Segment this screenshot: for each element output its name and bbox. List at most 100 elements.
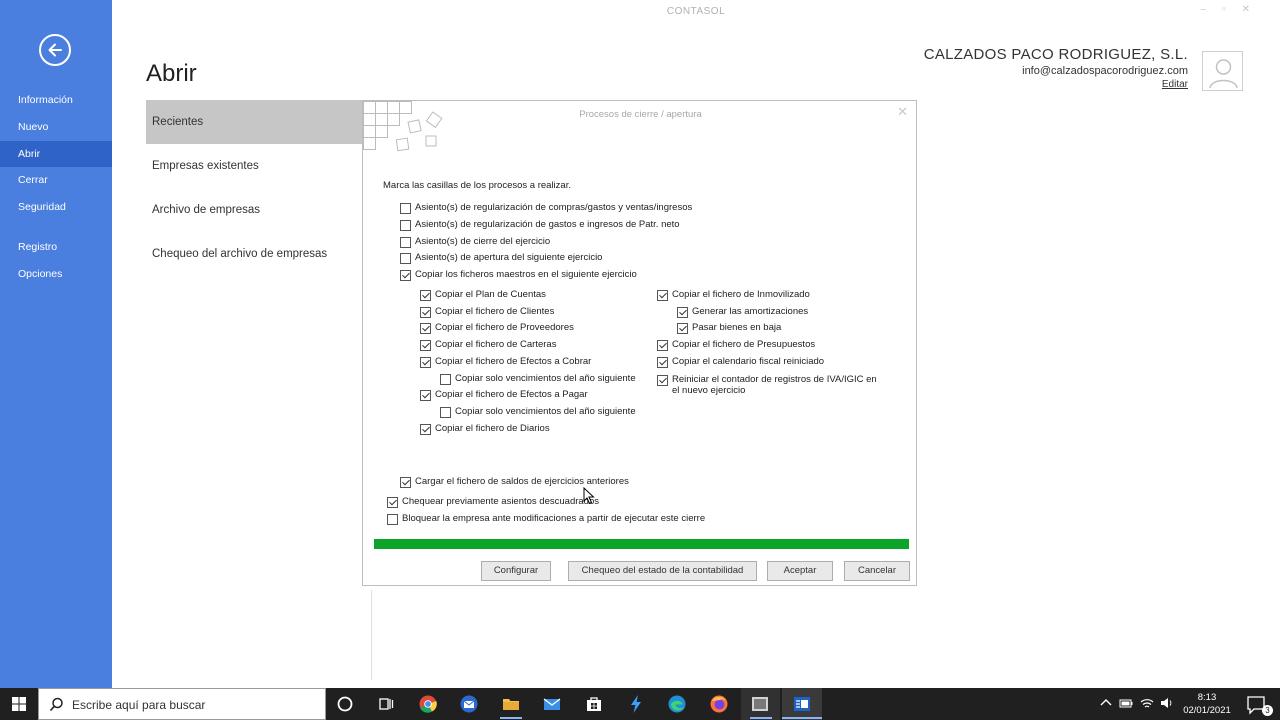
checkbox-presupuestos[interactable]: Copiar el fichero de Presupuestos — [657, 339, 815, 353]
chevron-up-icon[interactable] — [1099, 696, 1113, 710]
mail-icon[interactable] — [542, 694, 562, 714]
checkbox-bloquear-empresa[interactable]: Bloquear la empresa ante modificaciones … — [387, 513, 705, 527]
checkbox-reg-compras[interactable]: Asiento(s) de regularización de compras/… — [400, 202, 692, 216]
checkbox-box[interactable] — [387, 497, 398, 508]
clock[interactable]: 8:13 02/01/2021 — [1174, 691, 1240, 717]
file-explorer-icon[interactable] — [501, 694, 521, 714]
menu-item-empresas-existentes[interactable]: Empresas existentes — [146, 144, 362, 188]
sidebar-item-opciones[interactable]: Opciones — [0, 261, 112, 287]
window-controls[interactable]: –▫✕ — [1201, 4, 1267, 15]
configurar-button[interactable]: Configurar — [481, 561, 551, 581]
checkbox-box[interactable] — [400, 220, 411, 231]
checkbox-reg-patr-neto[interactable]: Asiento(s) de regularización de gastos e… — [400, 219, 680, 233]
dialog-close-icon[interactable]: ✕ — [897, 104, 908, 120]
firefox-icon[interactable] — [709, 694, 729, 714]
company-info: CALZADOS PACO RODRIGUEZ, S.L. info@calza… — [924, 46, 1188, 90]
checkbox-copiar-maestros[interactable]: Copiar los ficheros maestros en el sigui… — [400, 269, 637, 283]
checkbox-box[interactable] — [677, 307, 688, 318]
checkbox-amortizaciones[interactable]: Generar las amortizaciones — [677, 306, 808, 320]
checkbox-cierre[interactable]: Asiento(s) de cierre del ejercicio — [400, 236, 550, 250]
start-button[interactable] — [0, 688, 38, 720]
checkbox-calendario-fiscal[interactable]: Copiar el calendario fiscal reiniciado — [657, 356, 824, 370]
checkbox-box[interactable] — [677, 323, 688, 334]
checkbox-box[interactable] — [400, 477, 411, 488]
checkbox-diarios[interactable]: Copiar el fichero de Diarios — [420, 423, 550, 437]
clock-date: 02/01/2021 — [1183, 705, 1231, 716]
avatar[interactable] — [1202, 51, 1243, 91]
checkbox-box[interactable] — [420, 390, 431, 401]
back-button[interactable] — [39, 34, 71, 66]
checkbox-box[interactable] — [400, 270, 411, 281]
checkbox-proveedores[interactable]: Copiar el fichero de Proveedores — [420, 322, 574, 336]
checkbox-box[interactable] — [440, 407, 451, 418]
menu-item-recientes[interactable]: Recientes — [146, 100, 362, 144]
sidebar-item-nuevo[interactable]: Nuevo — [0, 114, 112, 140]
checkbox-box[interactable] — [657, 340, 668, 351]
checkbox-contador-iva[interactable]: Reiniciar el contador de registros de IV… — [657, 374, 883, 398]
checkbox-clientes[interactable]: Copiar el fichero de Clientes — [420, 306, 554, 320]
cortana-icon[interactable] — [335, 694, 355, 714]
cancelar-button[interactable]: Cancelar — [844, 561, 910, 581]
checkbox-box[interactable] — [420, 323, 431, 334]
checkbox-box[interactable] — [400, 237, 411, 248]
menu-item-archivo-empresas[interactable]: Archivo de empresas — [146, 188, 362, 232]
contasol-icon[interactable] — [792, 694, 812, 714]
sidebar-item-abrir[interactable]: Abrir — [0, 141, 112, 167]
checkbox-box[interactable] — [657, 357, 668, 368]
chrome-icon[interactable] — [418, 694, 438, 714]
app-bolt-icon[interactable] — [626, 694, 646, 714]
clock-time: 8:13 — [1197, 692, 1217, 703]
checkbox-box[interactable] — [657, 375, 668, 386]
checkbox-box[interactable] — [420, 340, 431, 351]
menu-item-chequeo-archivo[interactable]: Chequeo del archivo de empresas — [146, 232, 362, 276]
maximize-icon[interactable]: ▫ — [1222, 4, 1242, 15]
sidebar-item-seguridad[interactable]: Seguridad — [0, 194, 112, 220]
checkbox-inmovilizado[interactable]: Copiar el fichero de Inmovilizado — [657, 289, 810, 303]
checkbox-box[interactable] — [657, 290, 668, 301]
checkbox-box[interactable] — [420, 357, 431, 368]
checkbox-box[interactable] — [440, 374, 451, 385]
app-sidebar: Información Nuevo Abrir Cerrar Seguridad… — [0, 0, 112, 688]
user-avatar-icon — [1209, 59, 1238, 89]
edit-company-link[interactable]: Editar — [924, 79, 1188, 90]
close-icon[interactable]: ✕ — [1242, 4, 1266, 15]
checkbox-vencimientos-pagar[interactable]: Copiar solo vencimientos del año siguien… — [440, 406, 636, 420]
checkbox-box[interactable] — [400, 203, 411, 214]
contasol-active-indicator — [782, 717, 822, 719]
taskbar-search-input[interactable]: Escribe aquí para buscar — [38, 688, 326, 720]
checkbox-vencimientos-cobrar[interactable]: Copiar solo vencimientos del año siguien… — [440, 373, 636, 387]
task-view-icon[interactable] — [376, 694, 396, 714]
checkbox-box[interactable] — [400, 253, 411, 264]
content-divider — [371, 590, 372, 680]
checkbox-carteras[interactable]: Copiar el fichero de Carteras — [420, 339, 556, 353]
battery-icon[interactable] — [1119, 696, 1133, 710]
sidebar-item-informacion[interactable]: Información — [0, 87, 112, 113]
aceptar-button[interactable]: Aceptar — [767, 561, 833, 581]
progress-fill — [374, 539, 909, 549]
checkbox-box[interactable] — [420, 307, 431, 318]
checkbox-apertura[interactable]: Asiento(s) de apertura del siguiente eje… — [400, 252, 602, 266]
sidebar-item-registro[interactable]: Registro — [0, 234, 112, 260]
chequeo-estado-button[interactable]: Chequeo del estado de la contabilidad — [568, 561, 757, 581]
sidebar-item-cerrar[interactable]: Cerrar — [0, 167, 112, 193]
progress-bar — [374, 539, 909, 549]
checkbox-box[interactable] — [420, 290, 431, 301]
checkbox-bienes-baja[interactable]: Pasar bienes en baja — [677, 322, 781, 336]
checkbox-efectos-pagar[interactable]: Copiar el fichero de Efectos a Pagar — [420, 389, 588, 403]
minimize-icon[interactable]: – — [1201, 4, 1223, 15]
dialog-title: Procesos de cierre / apertura — [579, 109, 702, 120]
windows-logo-icon — [12, 697, 26, 711]
checkbox-box[interactable] — [387, 514, 398, 525]
page-title: Abrir — [146, 60, 197, 87]
edge-icon[interactable] — [667, 694, 687, 714]
volume-icon[interactable] — [1160, 696, 1174, 710]
checkbox-box[interactable] — [420, 424, 431, 435]
thunderbird-icon[interactable] — [459, 694, 479, 714]
store-icon[interactable] — [584, 694, 604, 714]
checkbox-plan-cuentas[interactable]: Copiar el Plan de Cuentas — [420, 289, 546, 303]
open-menu: Recientes Empresas existentes Archivo de… — [146, 100, 362, 276]
checkbox-efectos-cobrar[interactable]: Copiar el fichero de Efectos a Cobrar — [420, 356, 591, 370]
checkbox-chequear-asientos[interactable]: Chequear previamente asientos descuadrad… — [387, 496, 599, 510]
search-icon — [49, 697, 63, 712]
wifi-icon[interactable] — [1140, 696, 1154, 710]
